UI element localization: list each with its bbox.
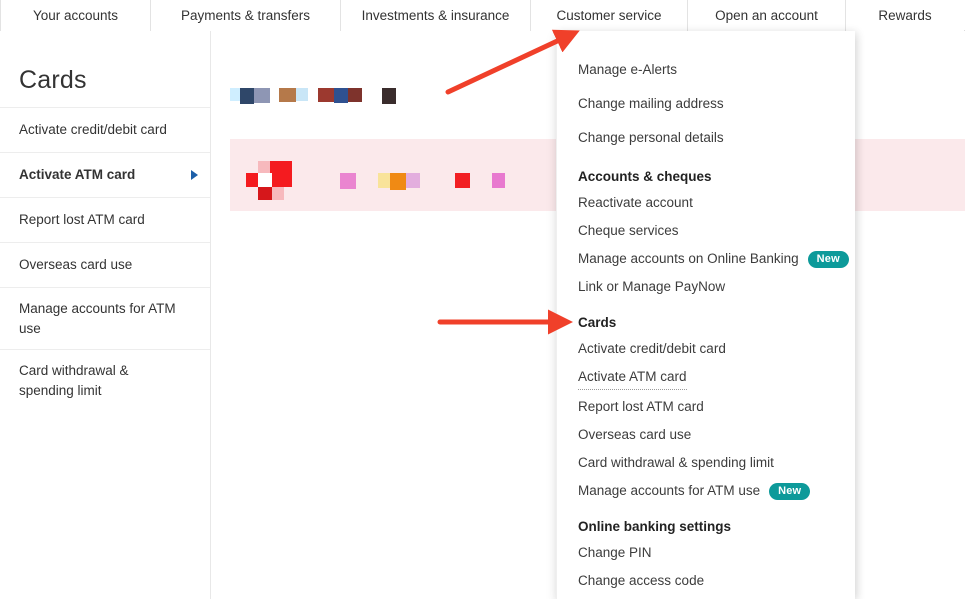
- dropdown-item-cheque-services[interactable]: Cheque services: [557, 217, 855, 245]
- sidebar-item-label: Card withdrawal & spending limit: [19, 363, 129, 398]
- sidebar-item-label: Report lost ATM card: [19, 212, 145, 228]
- redacted-block: [272, 173, 292, 187]
- nav-tab-customer-service[interactable]: Customer service: [531, 0, 688, 32]
- dropdown-section-heading: Cards: [578, 315, 617, 330]
- redacted-block: [382, 88, 396, 104]
- redacted-block: [279, 88, 296, 102]
- redacted-block: [258, 161, 270, 173]
- dropdown-section-heading: Accounts & cheques: [578, 169, 712, 184]
- redacted-block: [270, 161, 292, 173]
- redacted-block: [455, 173, 470, 188]
- redacted-block: [246, 173, 258, 187]
- dropdown-item-manage-accounts-for-atm-use[interactable]: Manage accounts for ATM use New: [557, 477, 855, 505]
- dropdown-item-change-mailing-address[interactable]: Change mailing address: [557, 87, 855, 121]
- dropdown-item-label: Manage accounts for ATM use: [578, 483, 761, 498]
- dropdown-item-manage-accounts-on-online-banking[interactable]: Manage accounts on Online Banking New: [557, 245, 855, 273]
- dropdown-item-overseas-card-use[interactable]: Overseas card use: [557, 421, 855, 449]
- chevron-right-icon: [191, 170, 198, 180]
- sidebar-item-manage-accounts-for-atm-use[interactable]: Manage accounts for ATM use: [0, 287, 210, 349]
- redacted-block: [390, 173, 406, 190]
- dropdown-item-label: Manage e-Alerts: [578, 62, 678, 77]
- redacted-block: [296, 88, 308, 101]
- sidebar-item-overseas-card-use[interactable]: Overseas card use: [0, 242, 210, 287]
- sidebar-item-label: Manage accounts for ATM use: [19, 301, 176, 336]
- sidebar-menu: Activate credit/debit card Activate ATM c…: [0, 107, 210, 411]
- dropdown-item-change-personal-details[interactable]: Change personal details: [557, 121, 855, 155]
- dropdown-section: Cards Activate credit/debit card Activate …: [557, 301, 855, 505]
- redacted-block: [492, 173, 505, 188]
- nav-tab-payments-transfers[interactable]: Payments & transfers: [151, 0, 341, 31]
- redacted-block: [406, 173, 420, 188]
- dropdown-item-change-access-code[interactable]: Change access code: [557, 567, 855, 595]
- dropdown-item-label: Cheque services: [578, 223, 679, 238]
- redacted-block: [258, 173, 272, 187]
- sidebar-item-activate-credit-debit-card[interactable]: Activate credit/debit card: [0, 107, 210, 152]
- sidebar-item-label: Activate credit/debit card: [19, 122, 167, 138]
- sidebar-item-activate-atm-card[interactable]: Activate ATM card: [0, 152, 210, 197]
- dropdown-item-label: Change access code: [578, 573, 705, 588]
- new-badge: New: [807, 250, 849, 268]
- redacted-block: [340, 173, 356, 189]
- dropdown-item-label: Change mailing address: [578, 96, 724, 111]
- dropdown-item-label: Link or Manage PayNow: [578, 279, 726, 294]
- dropdown-item-activate-atm-card[interactable]: Activate ATM card: [557, 363, 855, 393]
- redacted-block: [240, 88, 254, 104]
- sidebar-item-card-withdrawal-spending-limit[interactable]: Card withdrawal & spending limit: [0, 349, 210, 411]
- dropdown-item-label: Manage accounts on Online Banking: [578, 251, 799, 266]
- dropdown-item-card-withdrawal-spending-limit[interactable]: Card withdrawal & spending limit: [557, 449, 855, 477]
- dropdown-section: Manage e-Alerts Change mailing address Cha…: [557, 53, 855, 155]
- dropdown-item-label: Change personal details: [578, 130, 724, 145]
- sidebar-item-report-lost-atm-card[interactable]: Report lost ATM card: [0, 197, 210, 242]
- dropdown-item-label: Change PIN: [578, 545, 652, 560]
- dropdown-item-login-mode[interactable]: Login mode: [557, 595, 855, 599]
- main-navigation: Your accounts Payments & transfers Investm…: [0, 0, 965, 32]
- dropdown-item-label: Activate ATM card: [578, 366, 687, 390]
- dropdown-item-report-lost-atm-card[interactable]: Report lost ATM card: [557, 393, 855, 421]
- page-root: Your accounts Payments & transfers Investm…: [0, 0, 965, 599]
- dropdown-item-reactivate-account[interactable]: Reactivate account: [557, 189, 855, 217]
- new-badge: New: [769, 482, 811, 500]
- redacted-block: [378, 173, 390, 188]
- dropdown-item-label: Activate credit/debit card: [578, 341, 726, 356]
- nav-tab-open-an-account[interactable]: Open an account: [688, 0, 846, 31]
- redacted-block: [254, 88, 270, 103]
- sidebar: Cards Activate credit/debit card Activate…: [0, 31, 211, 599]
- dropdown-item-activate-credit-debit-card[interactable]: Activate credit/debit card: [557, 335, 855, 363]
- nav-tab-rewards[interactable]: Rewards: [846, 0, 964, 31]
- redacted-block: [230, 88, 240, 101]
- redacted-block: [348, 88, 362, 102]
- dropdown-item-link-or-manage-paynow[interactable]: Link or Manage PayNow: [557, 273, 855, 301]
- redacted-block: [258, 187, 272, 200]
- dropdown-item-change-pin[interactable]: Change PIN: [557, 539, 855, 567]
- dropdown-section: Accounts & cheques Reactivate account Cheq…: [557, 155, 855, 301]
- redacted-block: [318, 88, 334, 102]
- sidebar-item-label: Overseas card use: [19, 257, 133, 273]
- page-title: Cards: [19, 66, 87, 94]
- nav-tab-investments-insurance[interactable]: Investments & insurance: [341, 0, 531, 31]
- dropdown-item-manage-e-alerts[interactable]: Manage e-Alerts: [557, 53, 855, 87]
- dropdown-item-label: Report lost ATM card: [578, 399, 704, 414]
- dropdown-item-label: Card withdrawal & spending limit: [578, 455, 774, 470]
- sidebar-item-label: Activate ATM card: [19, 167, 136, 183]
- dropdown-item-label: Reactivate account: [578, 195, 693, 210]
- dropdown-item-label: Overseas card use: [578, 427, 692, 442]
- dropdown-section-heading: Online banking settings: [578, 519, 732, 534]
- redacted-block: [272, 187, 284, 200]
- redacted-block: [334, 88, 348, 103]
- nav-tab-your-accounts[interactable]: Your accounts: [0, 0, 151, 31]
- customer-service-dropdown-menu: Manage e-Alerts Change mailing address Cha…: [556, 31, 855, 599]
- dropdown-section: Online banking settings Change PIN Change …: [557, 505, 855, 599]
